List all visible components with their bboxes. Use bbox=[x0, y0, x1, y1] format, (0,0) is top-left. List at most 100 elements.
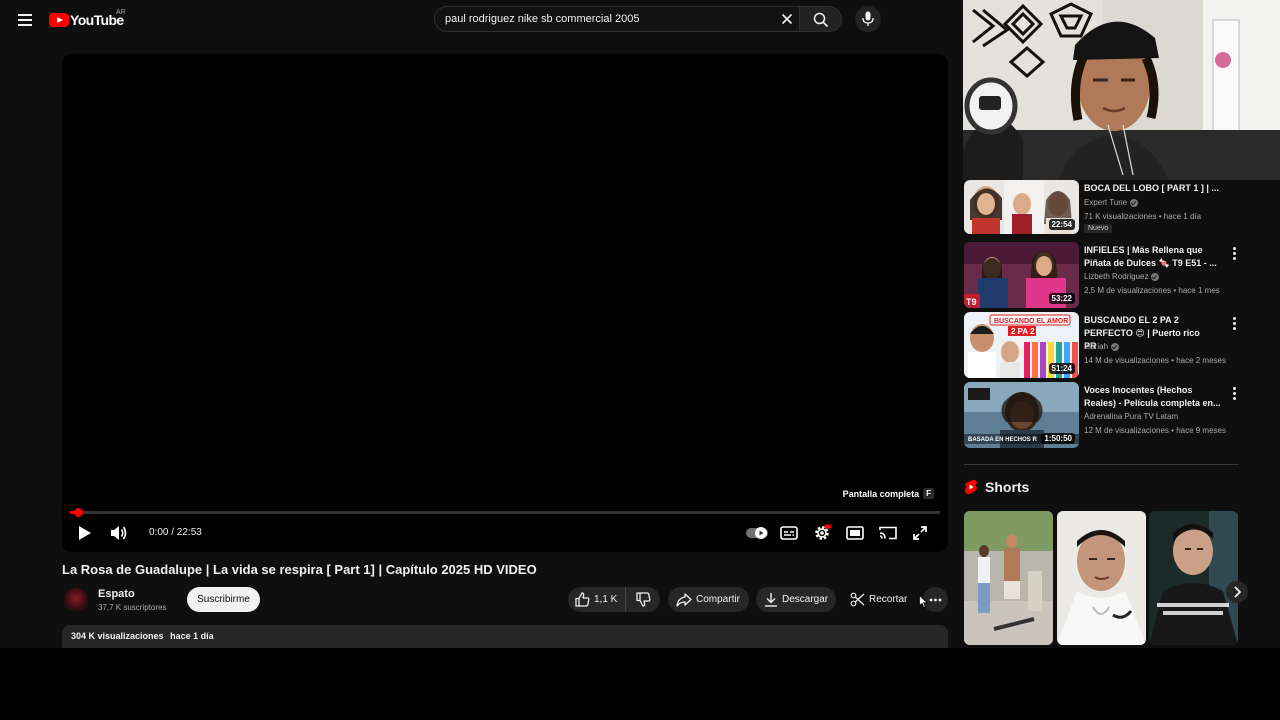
video-duration: 1:50:50 bbox=[1041, 433, 1075, 444]
recommendation-thumbnail[interactable]: BASADA EN HECHOS R 1:50:50 bbox=[964, 382, 1079, 448]
time-display: 0:00 / 22:53 bbox=[149, 527, 202, 538]
subscribe-button[interactable]: Suscribirme bbox=[187, 587, 260, 612]
more-options-icon[interactable] bbox=[1230, 386, 1238, 400]
theater-icon bbox=[846, 526, 864, 540]
recommendation-item[interactable]: 22:54 BOCA DEL LOBO [ PART 1 ] | ... Exp… bbox=[964, 180, 1244, 234]
recommendation-channel[interactable]: Expert Tune bbox=[1084, 198, 1139, 207]
channel-name[interactable]: Espato bbox=[98, 588, 135, 600]
progress-bar[interactable] bbox=[70, 508, 940, 517]
clip-button[interactable]: Recortar bbox=[843, 587, 917, 612]
recommendation-thumbnail[interactable]: T9 53:22 bbox=[964, 242, 1079, 308]
share-icon bbox=[676, 592, 692, 607]
thumbnail-headline: BUSCANDO EL AMOR bbox=[994, 318, 1068, 325]
youtube-logo[interactable]: YouTube bbox=[49, 10, 124, 30]
progress-scrubber[interactable] bbox=[74, 508, 83, 517]
cast-button[interactable] bbox=[877, 522, 899, 544]
settings-button[interactable] bbox=[811, 522, 833, 544]
masthead: YouTube AR bbox=[0, 0, 960, 40]
volume-button[interactable] bbox=[108, 522, 130, 544]
channel-avatar[interactable] bbox=[64, 588, 88, 612]
play-icon bbox=[79, 526, 91, 540]
share-button[interactable]: Compartir bbox=[668, 587, 749, 612]
new-badge: Nuevo bbox=[1084, 224, 1113, 233]
recommendation-channel[interactable]: lebriah bbox=[1084, 342, 1120, 351]
search-button[interactable] bbox=[800, 6, 842, 32]
subscriber-count: 37,7 K suscriptores bbox=[98, 603, 167, 612]
more-options-icon[interactable] bbox=[1230, 246, 1238, 260]
chevron-right-icon bbox=[1234, 586, 1241, 598]
menu-icon[interactable] bbox=[14, 9, 36, 31]
fullscreen-button[interactable] bbox=[908, 522, 932, 544]
recommendation-meta: 2,5 M de visualizaciones • hace 1 mes bbox=[1084, 286, 1220, 295]
view-count: 304 K visualizaciones bbox=[71, 631, 164, 641]
like-button[interactable]: 1,1 K bbox=[568, 587, 626, 612]
recommendation-item[interactable]: BUSCANDO EL AMOR 2 PA 2 51:24 BUSCANDO E… bbox=[964, 312, 1244, 378]
subtitles-icon bbox=[780, 526, 798, 540]
autoplay-toggle[interactable] bbox=[744, 522, 770, 544]
theater-mode-button[interactable] bbox=[844, 522, 866, 544]
play-button[interactable] bbox=[74, 522, 96, 544]
verified-badge-icon bbox=[1111, 342, 1120, 351]
recommendation-item[interactable]: T9 53:22 INFIELES | Más Rellena que Piña… bbox=[964, 242, 1244, 308]
recommendation-item[interactable]: BASADA EN HECHOS R 1:50:50 Voces Inocent… bbox=[964, 382, 1244, 448]
recommendation-meta: 12 M de visualizaciones • hace 9 meses bbox=[1084, 426, 1226, 435]
search-box[interactable] bbox=[434, 6, 800, 32]
recommendation-title[interactable]: Voces Inocentes (Hechos Reales) - Pelícu… bbox=[1084, 384, 1224, 410]
search-icon bbox=[813, 12, 829, 28]
video-duration: 22:54 bbox=[1048, 219, 1075, 230]
sidebar-divider bbox=[964, 464, 1239, 465]
short-thumbnail[interactable] bbox=[1057, 511, 1146, 645]
subtitles-button[interactable] bbox=[778, 522, 800, 544]
webcam-overlay bbox=[963, 0, 1280, 180]
fullscreen-icon bbox=[913, 526, 927, 540]
recommendation-thumbnail[interactable]: BUSCANDO EL AMOR 2 PA 2 51:24 bbox=[964, 312, 1079, 378]
recommendation-meta: 14 M de visualizaciones • hace 2 meses bbox=[1084, 356, 1226, 365]
download-button[interactable]: Descargar bbox=[756, 587, 836, 612]
mouse-cursor-icon bbox=[919, 595, 928, 608]
search-input[interactable] bbox=[445, 11, 765, 27]
mic-button[interactable] bbox=[855, 6, 881, 32]
verified-badge-icon bbox=[1130, 198, 1139, 207]
clear-icon[interactable] bbox=[779, 11, 795, 27]
recommendation-thumbnail[interactable]: 22:54 bbox=[964, 180, 1079, 234]
fullscreen-tooltip: Pantalla completa F bbox=[843, 488, 934, 499]
dislike-icon bbox=[635, 592, 650, 607]
video-title: La Rosa de Guadalupe | La vida se respir… bbox=[62, 562, 537, 577]
recommendation-channel[interactable]: Adrenalina Pura TV Latam bbox=[1084, 412, 1178, 421]
shorts-logo-icon bbox=[965, 479, 977, 495]
like-icon bbox=[575, 592, 590, 607]
cast-icon bbox=[879, 526, 897, 540]
short-thumbnail[interactable] bbox=[964, 511, 1053, 645]
verified-badge-icon bbox=[1151, 272, 1160, 281]
description-box[interactable]: 304 K visualizaciones hace 1 día bbox=[62, 625, 948, 648]
short-image bbox=[1149, 511, 1238, 645]
youtube-logo-icon bbox=[49, 13, 69, 27]
short-thumbnail[interactable] bbox=[1149, 511, 1238, 645]
recommendation-title[interactable]: INFIELES | Más Rellena que Piñata de Dul… bbox=[1084, 244, 1224, 270]
video-duration: 51:24 bbox=[1048, 363, 1075, 374]
dislike-button[interactable] bbox=[626, 587, 660, 612]
country-code: AR bbox=[116, 9, 126, 16]
screen-letterbox bbox=[0, 648, 1280, 720]
short-image bbox=[964, 511, 1053, 645]
settings-icon bbox=[815, 524, 831, 540]
thumbnail-subheadline: 2 PA 2 bbox=[1011, 327, 1035, 336]
more-options-icon[interactable] bbox=[1230, 316, 1238, 330]
short-image bbox=[1057, 511, 1146, 645]
video-duration: 53:22 bbox=[1048, 293, 1075, 304]
video-player[interactable]: Pantalla completa F 0:00 / 22:53 bbox=[62, 54, 948, 552]
fullscreen-shortcut-key: F bbox=[923, 488, 934, 499]
recommendation-channel[interactable]: Lizbeth Rodriguez bbox=[1084, 272, 1160, 281]
volume-icon bbox=[111, 526, 127, 540]
like-dislike-group: 1,1 K bbox=[568, 587, 660, 612]
shorts-heading: Shorts bbox=[985, 479, 1030, 495]
recommendation-title[interactable]: BOCA DEL LOBO [ PART 1 ] | ... bbox=[1084, 182, 1229, 195]
autoplay-toggle-icon bbox=[746, 527, 768, 539]
shorts-next-button[interactable] bbox=[1226, 581, 1248, 603]
thumbnail-tag: T9 bbox=[966, 297, 977, 307]
recommendation-meta: 71 K visualizaciones • hace 1 día bbox=[1084, 212, 1202, 221]
mic-icon bbox=[862, 11, 874, 26]
webcam-image bbox=[963, 0, 1280, 180]
like-count: 1,1 K bbox=[594, 594, 618, 605]
more-icon bbox=[929, 598, 942, 601]
